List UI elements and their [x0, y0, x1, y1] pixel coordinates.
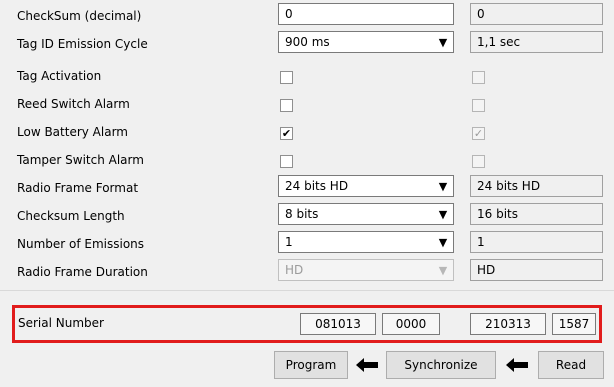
arrow-left-icon — [350, 351, 384, 379]
checkmark-icon: ✔ — [281, 127, 292, 140]
arrow-left-icon — [500, 351, 534, 379]
chevron-down-icon: ▼ — [438, 263, 448, 277]
frame-duration-select: HD ▼ — [278, 259, 454, 281]
serial-current-part2: 1587 — [552, 313, 596, 335]
tamper-switch-label: Tamper Switch Alarm — [17, 153, 144, 167]
chevron-down-icon[interactable]: ▼ — [434, 233, 452, 251]
checksum-current-value: 0 — [470, 3, 603, 25]
row-checksum: CheckSum (decimal) 0 0 — [0, 3, 614, 31]
row-radio-format: Radio Frame Format 24 bits HD ▼ 24 bits … — [0, 175, 614, 203]
read-button[interactable]: Read — [538, 351, 604, 379]
serial-new-part2[interactable]: 0000 — [382, 313, 440, 335]
tamper-switch-current-checkbox — [472, 155, 485, 168]
program-button[interactable]: Program — [274, 351, 348, 379]
frame-duration-current-value: HD — [470, 259, 603, 281]
row-tamper-switch: Tamper Switch Alarm — [0, 147, 614, 175]
low-battery-checkbox[interactable]: ✔ — [280, 127, 293, 140]
reed-switch-label: Reed Switch Alarm — [17, 97, 130, 111]
serial-number-label: Serial Number — [18, 316, 104, 330]
row-reed-switch: Reed Switch Alarm — [0, 91, 614, 119]
checksum-length-label: Checksum Length — [17, 209, 125, 223]
row-low-battery: Low Battery Alarm ✔ ✓ — [0, 119, 614, 147]
serial-current-part1: 210313 — [470, 313, 546, 335]
emission-cycle-current-value: 1,1 sec — [470, 31, 603, 53]
serial-new-part1[interactable]: 081013 — [300, 313, 376, 335]
frame-duration-label: Radio Frame Duration — [17, 265, 148, 279]
row-frame-duration: Radio Frame Duration HD ▼ HD — [0, 259, 614, 287]
emission-cycle-select[interactable]: 900 ms ▼ — [278, 31, 454, 53]
row-emission-cycle: Tag ID Emission Cycle 900 ms ▼ 1,1 sec — [0, 31, 614, 59]
radio-format-current-value: 24 bits HD — [470, 175, 603, 197]
serial-number-highlight: Serial Number 081013 0000 210313 1587 — [12, 305, 602, 343]
row-num-emissions: Number of Emissions 1 ▼ 1 — [0, 231, 614, 259]
chevron-down-icon[interactable]: ▼ — [434, 33, 452, 51]
checkmark-icon: ✓ — [473, 127, 484, 140]
low-battery-current-checkbox: ✓ — [472, 127, 485, 140]
low-battery-label: Low Battery Alarm — [17, 125, 128, 139]
num-emissions-select[interactable]: 1 ▼ — [278, 231, 454, 253]
checksum-length-current-value: 16 bits — [470, 203, 603, 225]
synchronize-button[interactable]: Synchronize — [386, 351, 496, 379]
num-emissions-label: Number of Emissions — [17, 237, 145, 251]
checksum-length-select[interactable]: 8 bits ▼ — [278, 203, 454, 225]
tag-activation-current-checkbox — [472, 71, 485, 84]
tag-activation-label: Tag Activation — [17, 69, 102, 83]
checksum-input[interactable]: 0 — [278, 3, 454, 25]
checksum-label: CheckSum (decimal) — [17, 9, 142, 23]
chevron-down-icon[interactable]: ▼ — [434, 205, 452, 223]
emission-cycle-label: Tag ID Emission Cycle — [17, 37, 148, 51]
row-checksum-length: Checksum Length 8 bits ▼ 16 bits — [0, 203, 614, 231]
tag-activation-checkbox[interactable] — [280, 71, 293, 84]
chevron-down-icon[interactable]: ▼ — [434, 177, 452, 195]
num-emissions-current-value: 1 — [470, 231, 603, 253]
radio-format-label: Radio Frame Format — [17, 181, 139, 195]
radio-format-select[interactable]: 24 bits HD ▼ — [278, 175, 454, 197]
reed-switch-current-checkbox — [472, 99, 485, 112]
tamper-switch-checkbox[interactable] — [280, 155, 293, 168]
divider — [0, 290, 614, 291]
row-tag-activation: Tag Activation — [0, 63, 614, 91]
reed-switch-checkbox[interactable] — [280, 99, 293, 112]
